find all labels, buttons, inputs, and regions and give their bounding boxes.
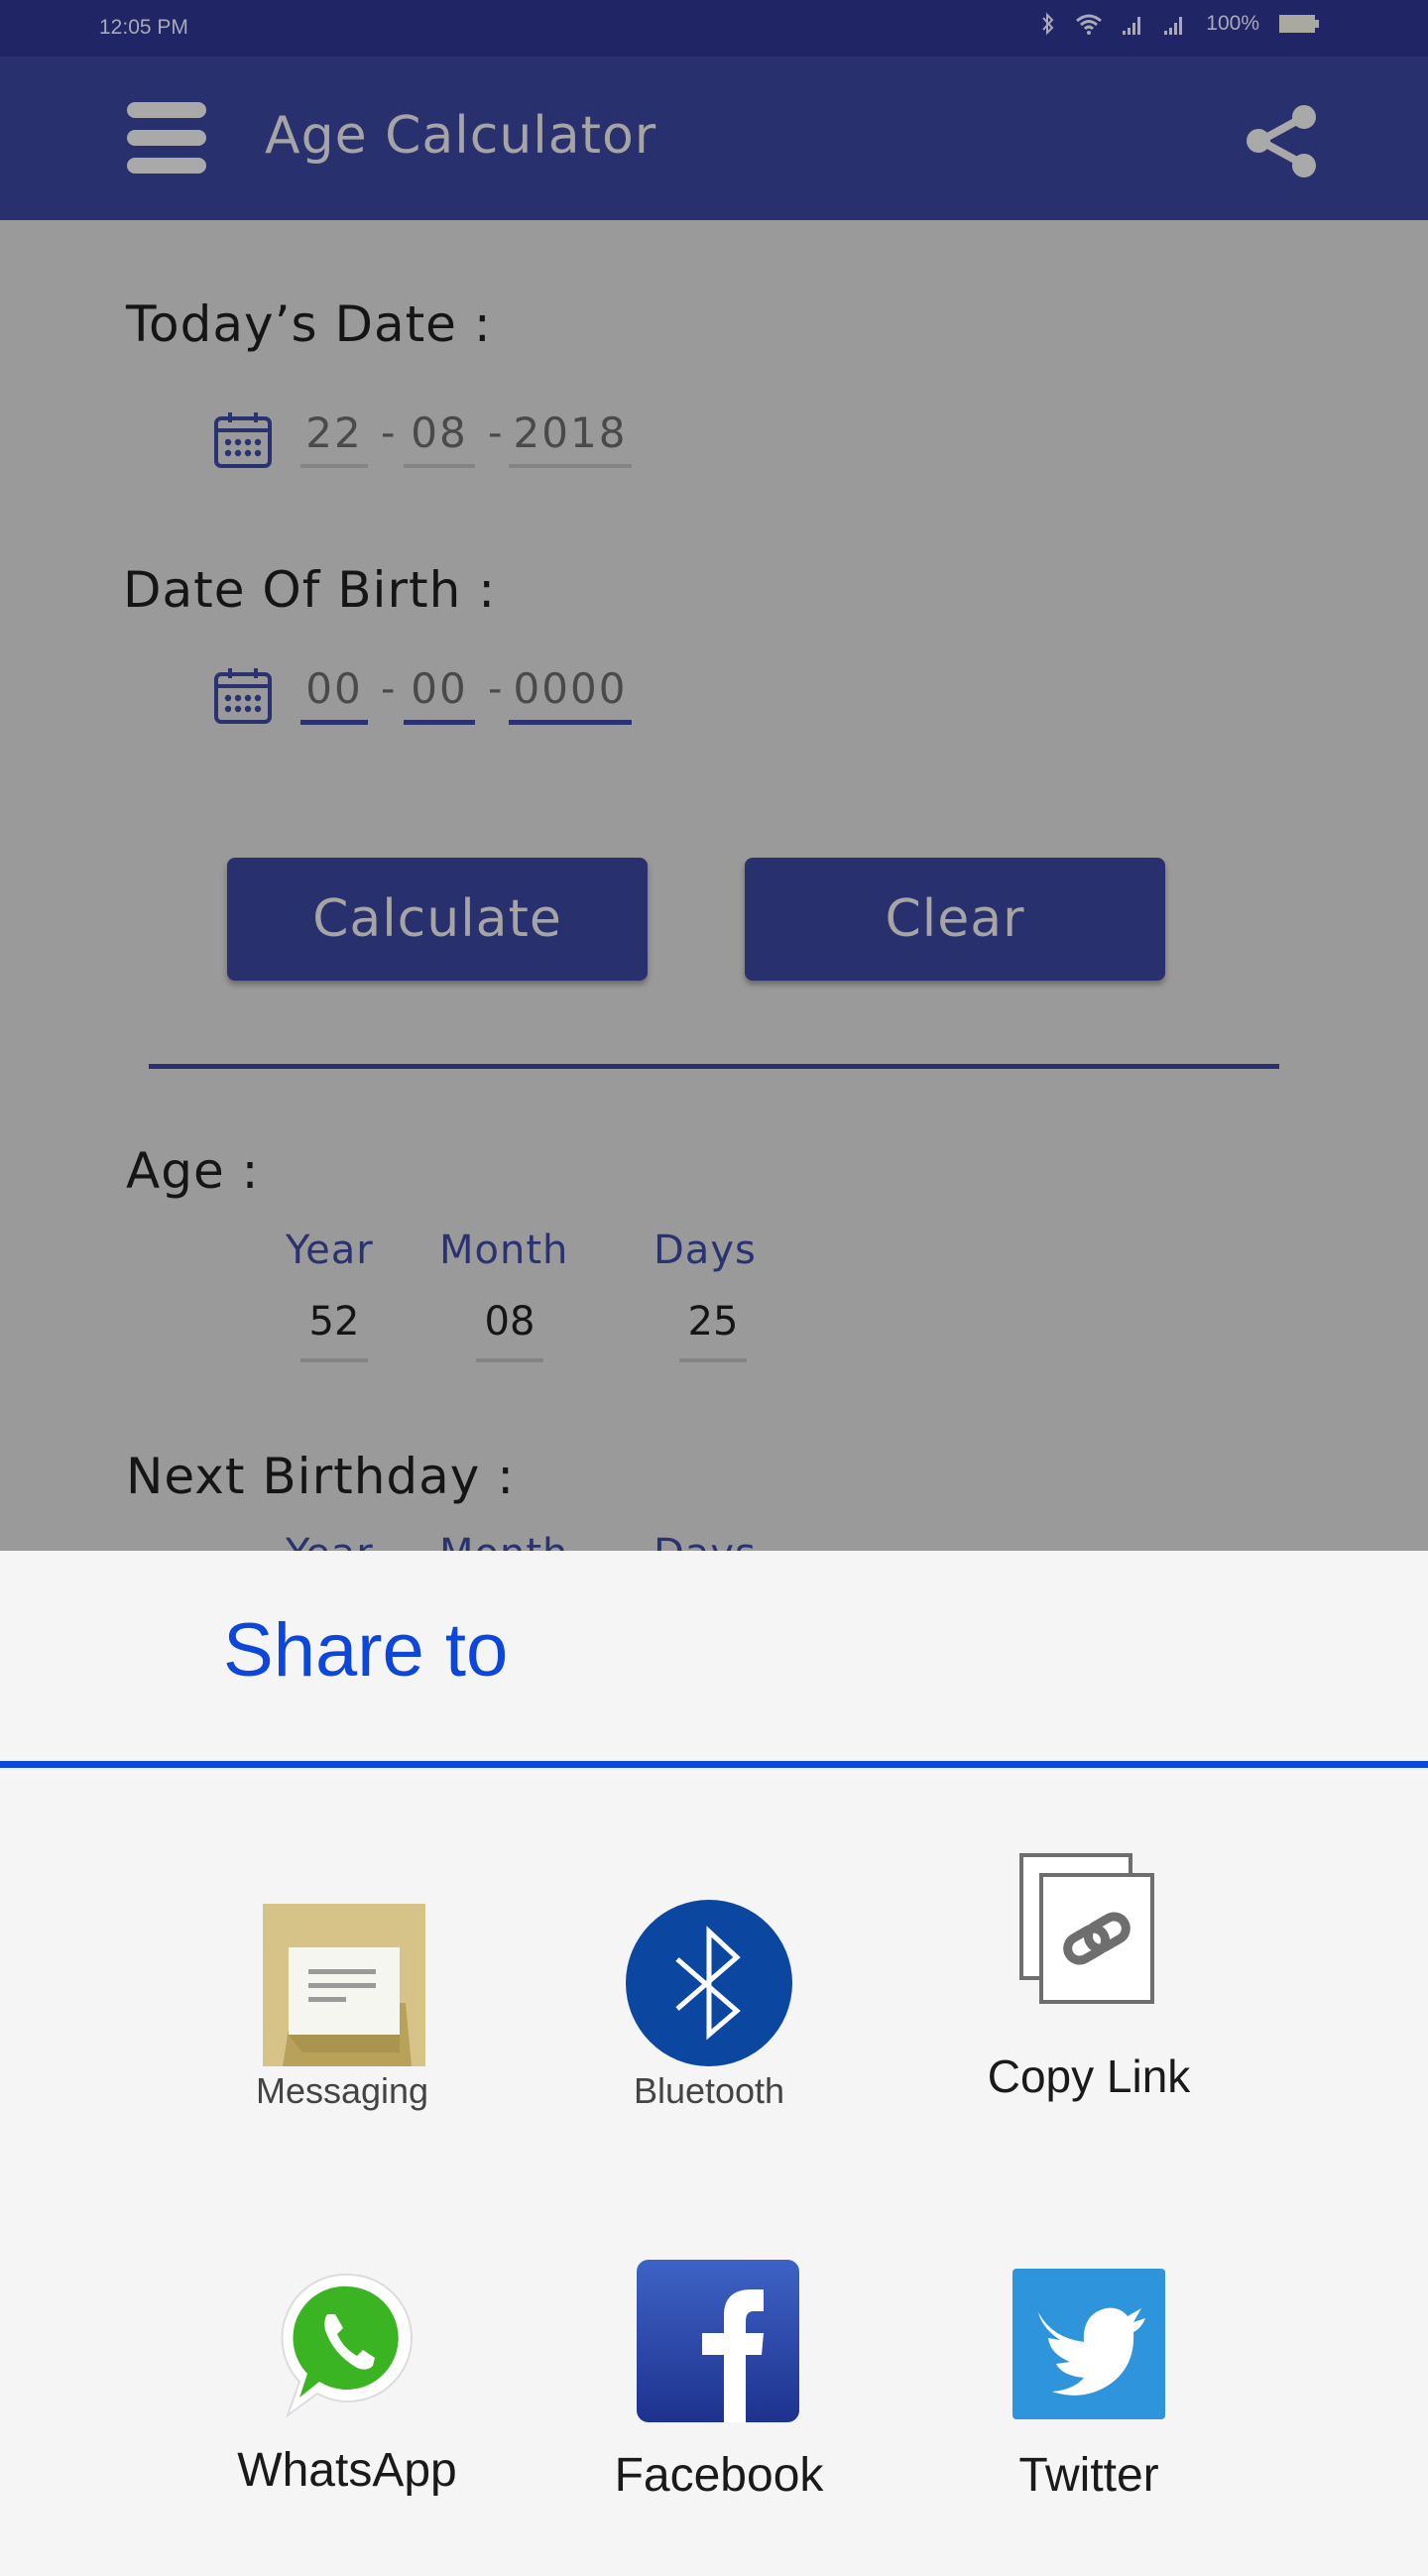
calculate-button[interactable]: Calculate [227,858,648,981]
copy-link-icon [1019,1853,1154,2004]
share-item-label: Facebook [614,2449,824,2502]
date-of-birth-label: Date Of Birth : [123,561,497,619]
underline [476,1358,543,1362]
next-birthday-label: Next Birthday : [126,1448,516,1505]
share-sheet-divider [0,1761,1428,1768]
share-item-label: Copy Link [987,2050,1191,2102]
date-separator: - [488,410,503,456]
underline [300,1358,368,1362]
share-item-whatsapp[interactable]: WhatsApp [228,2265,466,2497]
todays-date-label: Today’s Date : [126,295,492,353]
share-icon[interactable] [1245,104,1319,178]
birth-year-input[interactable]: 0000 [509,664,632,725]
share-item-facebook[interactable]: Facebook [600,2260,838,2502]
share-item-copy-link[interactable]: Copy Link [970,1853,1208,2102]
age-month-value: 08 [484,1299,536,1345]
age-days-header: Days [654,1228,757,1273]
clear-button[interactable]: Clear [745,858,1165,981]
age-label: Age : [126,1142,260,1200]
app-title: Age Calculator [265,106,657,166]
main-content: Today’s Date : 22 - 08 - 2018 Date Of Bi… [0,220,1428,1577]
age-days-value: 25 [687,1299,739,1345]
status-time: 12:05 PM [99,16,188,39]
signal-icon [1164,17,1183,35]
share-item-label: WhatsApp [237,2444,457,2497]
age-year-header: Year [286,1228,374,1273]
age-year-value: 52 [308,1299,360,1345]
share-item-label: Messaging [255,2070,429,2111]
today-day-field[interactable]: 22 [300,409,368,468]
bluetooth-icon [626,1900,792,2066]
status-icons: 100% [1041,12,1319,36]
messaging-icon [263,1904,425,2066]
share-item-label: Bluetooth [633,2070,785,2111]
divider [149,1064,1279,1069]
age-month-header: Month [439,1228,569,1273]
underline [679,1358,747,1362]
battery-icon [1279,15,1319,33]
signal-icon [1123,17,1141,35]
share-sheet: Share to Messaging Bluetooth Copy Link W… [0,1551,1428,2576]
status-bar: 12:05 PM 100% [0,0,1428,57]
whatsapp-icon [281,2273,413,2418]
share-item-twitter[interactable]: Twitter [970,2265,1208,2502]
share-item-messaging[interactable]: Messaging [233,1898,451,2111]
birth-month-input[interactable]: 00 [404,664,475,725]
today-year-field[interactable]: 2018 [509,409,632,468]
battery-percent: 100% [1206,12,1259,35]
facebook-icon [637,2260,799,2422]
calendar-icon[interactable] [213,410,273,470]
share-item-label: Twitter [1018,2449,1159,2502]
share-sheet-title: Share to [223,1608,509,1693]
twitter-icon [1012,2269,1165,2419]
app-bar: Age Calculator [0,57,1428,220]
share-item-bluetooth[interactable]: Bluetooth [600,1898,818,2111]
bluetooth-icon [1042,12,1054,36]
birth-day-input[interactable]: 00 [300,664,368,725]
today-month-field[interactable]: 08 [404,409,475,468]
hamburger-menu-icon[interactable] [127,102,206,174]
date-separator: - [488,666,503,712]
wifi-icon [1076,14,1103,35]
date-separator: - [381,410,396,456]
date-separator: - [381,666,396,712]
calendar-icon[interactable] [213,666,273,726]
